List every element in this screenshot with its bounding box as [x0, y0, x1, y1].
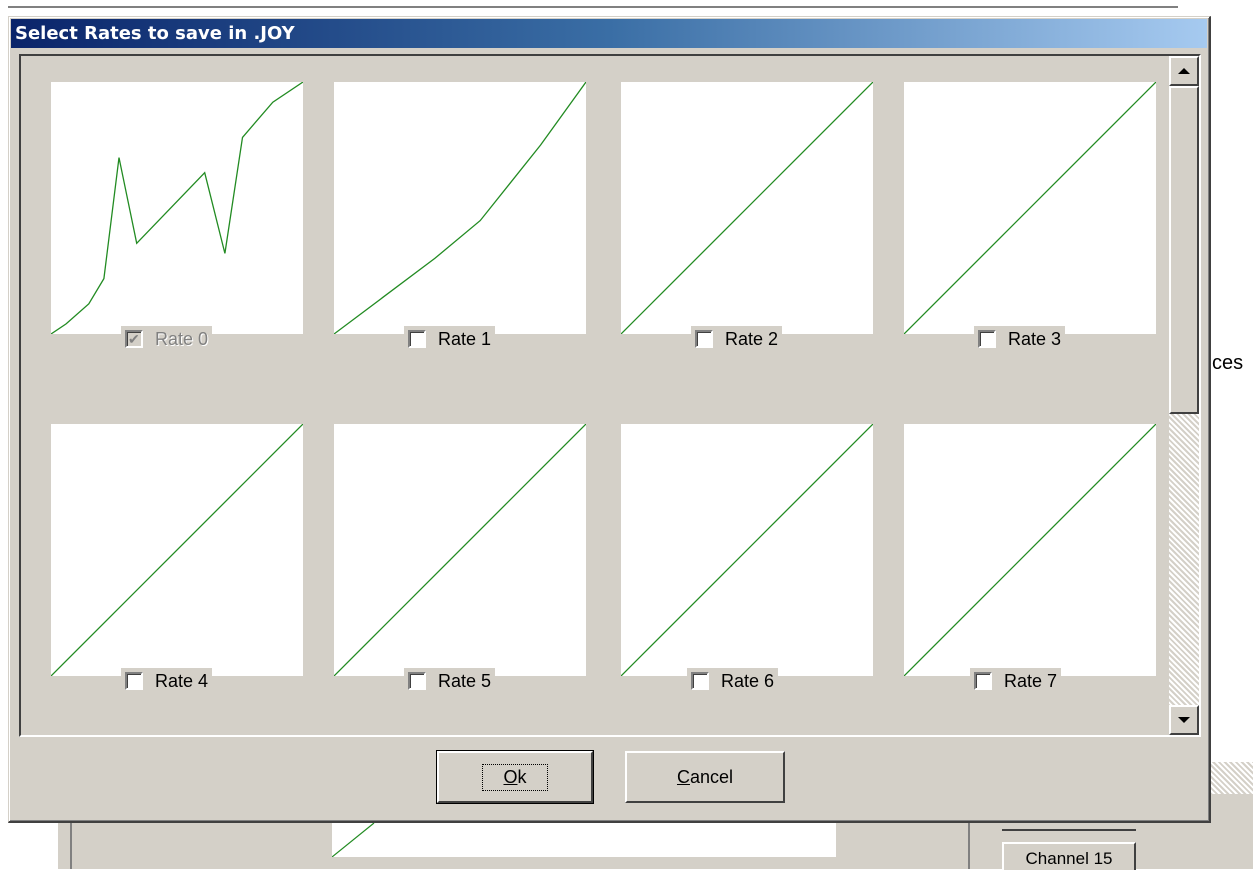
- rate-cell-7: Rate 7: [904, 424, 1156, 694]
- background-curve-line: [331, 822, 375, 858]
- channel-15-button[interactable]: Channel 15: [1002, 842, 1136, 870]
- rate-cell-2: Rate 2: [621, 82, 873, 352]
- ok-label-rest: k: [517, 766, 527, 787]
- ok-button-focus-rect: Ok: [482, 763, 548, 791]
- rate-cell-4: Rate 4: [51, 424, 303, 694]
- rate-cell-1: Rate 1: [334, 82, 586, 352]
- rate-5-plot: [334, 424, 586, 676]
- rate-7-label: Rate 7: [1004, 670, 1058, 691]
- rate-7-checkbox-row[interactable]: Rate 7: [970, 668, 1062, 694]
- scroll-down-button[interactable]: [1169, 705, 1199, 735]
- rate-3-curve: [904, 82, 1156, 334]
- rate-cell-3: Rate 3: [904, 82, 1156, 352]
- rate-2-curve: [621, 82, 873, 334]
- background-channel-button-above[interactable]: [1002, 823, 1136, 831]
- scroll-up-button[interactable]: [1169, 56, 1199, 86]
- dialog-title: Select Rates to save in .JOY: [15, 23, 295, 44]
- rate-7-checkbox[interactable]: [974, 672, 992, 690]
- ok-mnemonic: O: [503, 766, 518, 787]
- rate-2-checkbox[interactable]: [695, 330, 713, 348]
- rate-0-checkbox[interactable]: ✔: [125, 330, 143, 348]
- rate-6-curve: [621, 424, 873, 676]
- background-window-edge: [8, 0, 1178, 8]
- rate-1-checkbox[interactable]: [408, 330, 426, 348]
- rate-curve-line: [51, 82, 303, 334]
- cancel-mnemonic: C: [676, 766, 690, 787]
- cancel-button[interactable]: Cancel: [625, 751, 785, 803]
- rate-6-plot: [621, 424, 873, 676]
- rate-cell-0: ✔ Rate 0: [51, 82, 303, 352]
- rate-0-checkbox-row[interactable]: ✔ Rate 0: [121, 326, 213, 352]
- rate-curve-line: [334, 424, 586, 676]
- rate-0-curve: [51, 82, 303, 334]
- rate-6-checkbox-row[interactable]: Rate 6: [687, 668, 779, 694]
- rate-1-curve: [334, 82, 586, 334]
- scroll-thumb[interactable]: [1169, 86, 1199, 414]
- rates-grid: ✔ Rate 0 Rate 1 Rate 2 Rate 3 Rate 4 Rat…: [21, 56, 1169, 735]
- rate-curve-line: [51, 424, 303, 676]
- rate-5-checkbox[interactable]: [408, 672, 426, 690]
- rate-2-checkbox-row[interactable]: Rate 2: [691, 326, 783, 352]
- rate-cell-5: Rate 5: [334, 424, 586, 694]
- rate-4-plot: [51, 424, 303, 676]
- rate-1-plot: [334, 82, 586, 334]
- rates-scroll-area: ✔ Rate 0 Rate 1 Rate 2 Rate 3 Rate 4 Rat…: [19, 54, 1201, 737]
- rate-4-checkbox-row[interactable]: Rate 4: [121, 668, 213, 694]
- rate-3-checkbox-row[interactable]: Rate 3: [974, 326, 1066, 352]
- rate-curve-line: [904, 424, 1156, 676]
- rate-4-curve: [51, 424, 303, 676]
- background-label-fragment: ces: [1212, 352, 1244, 374]
- rate-2-label: Rate 2: [725, 328, 779, 349]
- rate-3-checkbox[interactable]: [978, 330, 996, 348]
- rate-cell-6: Rate 6: [621, 424, 873, 694]
- dialog-titlebar[interactable]: Select Rates to save in .JOY: [11, 19, 1207, 48]
- rate-7-curve: [904, 424, 1156, 676]
- rate-5-curve: [334, 424, 586, 676]
- rate-4-checkbox[interactable]: [125, 672, 143, 690]
- rate-6-checkbox[interactable]: [691, 672, 709, 690]
- rate-1-label: Rate 1: [438, 328, 492, 349]
- rate-curve-line: [904, 82, 1156, 334]
- rate-curve-line: [621, 424, 873, 676]
- rate-3-label: Rate 3: [1008, 328, 1062, 349]
- rate-5-checkbox-row[interactable]: Rate 5: [404, 668, 496, 694]
- rate-4-label: Rate 4: [155, 670, 209, 691]
- rate-curve-line: [621, 82, 873, 334]
- rate-1-checkbox-row[interactable]: Rate 1: [404, 326, 496, 352]
- checkmark-icon: ✔: [128, 331, 140, 347]
- rate-2-plot: [621, 82, 873, 334]
- background-scroll-track: [1210, 762, 1253, 794]
- ok-button[interactable]: Ok: [436, 750, 594, 804]
- rate-0-plot: [51, 82, 303, 334]
- rate-5-label: Rate 5: [438, 670, 492, 691]
- background-curve-plot: [331, 822, 836, 858]
- select-rates-dialog: Select Rates to save in .JOY ✔ Rate 0 Ra…: [8, 16, 1211, 823]
- cancel-label-rest: ancel: [689, 766, 734, 787]
- vertical-scrollbar[interactable]: [1169, 56, 1199, 735]
- rate-6-label: Rate 6: [721, 670, 775, 691]
- arrow-up-icon: [1178, 68, 1190, 74]
- rate-3-plot: [904, 82, 1156, 334]
- rate-0-label: Rate 0: [155, 328, 209, 349]
- rate-curve-line: [334, 82, 586, 334]
- arrow-down-icon: [1178, 717, 1190, 723]
- rate-7-plot: [904, 424, 1156, 676]
